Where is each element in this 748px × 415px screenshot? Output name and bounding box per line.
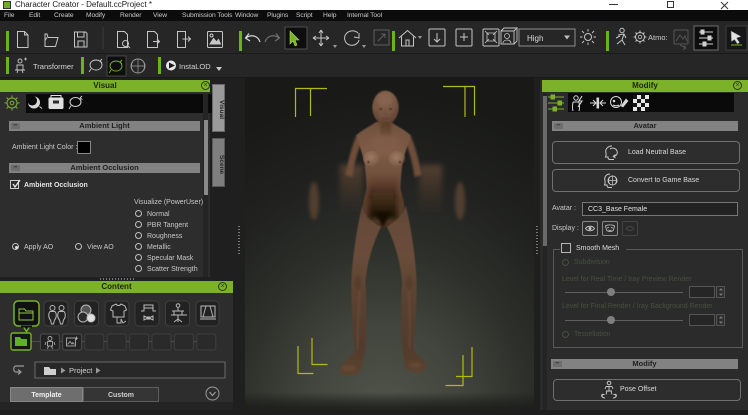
svg-text:Project: Project: [69, 366, 93, 375]
svg-text:High: High: [527, 34, 543, 43]
svg-text:Transformer: Transformer: [33, 62, 74, 71]
svg-text:Atmo:: Atmo:: [648, 33, 668, 42]
svg-text:InstaLOD: InstaLOD: [179, 62, 211, 71]
